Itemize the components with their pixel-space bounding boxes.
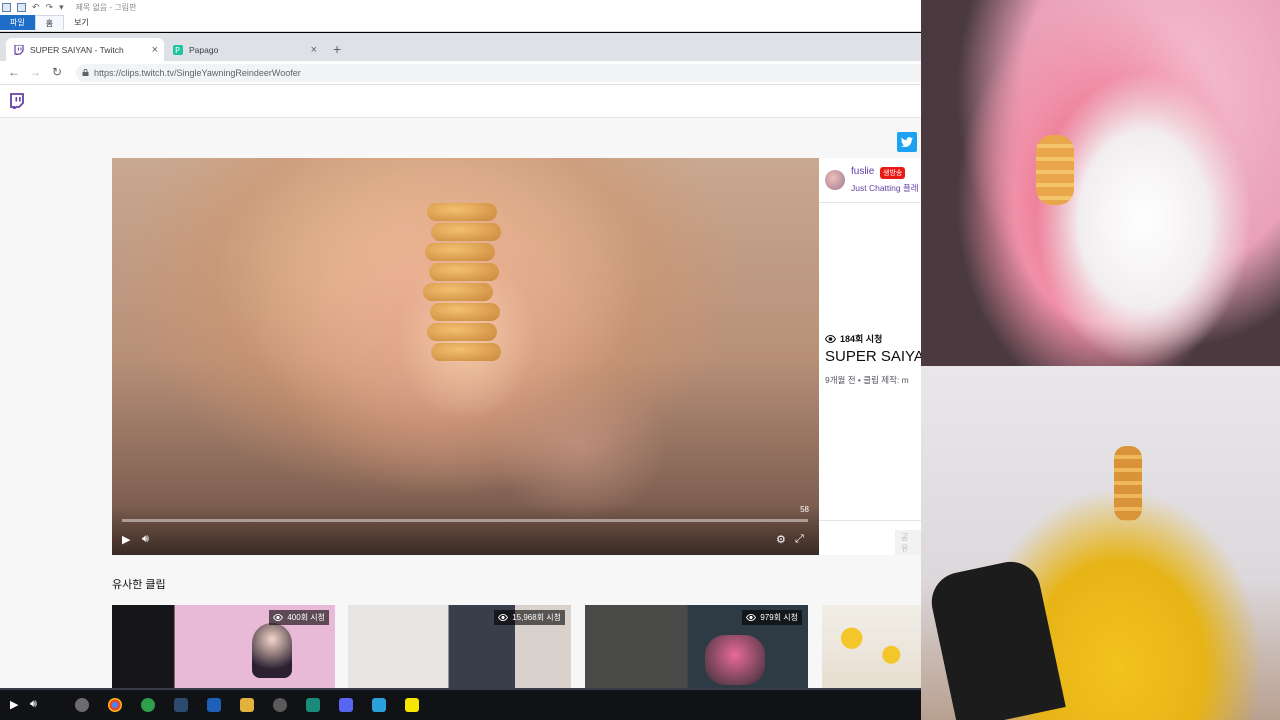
address-bar-row: ← → ↻ https://clips.twitch.tv/SingleYawn… <box>0 61 921 85</box>
similar-clips-heading: 유사한 클립 <box>112 579 166 591</box>
discord-icon[interactable] <box>339 698 353 712</box>
play-icon[interactable]: ▶ <box>122 533 130 546</box>
share-button[interactable]: 공유 <box>895 530 921 555</box>
taskbar: ▶ 🔊︎ <box>0 688 921 720</box>
video-frame-nuggets <box>423 203 501 373</box>
divider <box>819 520 921 521</box>
fullscreen-icon[interactable]: ⤢ <box>795 533 804 546</box>
clip-info-panel: fuslie 생방송 Just Chatting 플레 184회 시청 SUPE… <box>819 158 921 555</box>
volume-icon[interactable]: 🔊︎ <box>142 533 149 546</box>
qat-dropdown-icon[interactable]: ▾ <box>59 2 64 13</box>
thumbnail-view-count: 400회 시청 <box>269 610 329 625</box>
paint-tab-view[interactable]: 보기 <box>64 15 99 30</box>
chrome-icon[interactable] <box>108 698 122 712</box>
webcam-nuggets <box>1036 135 1074 205</box>
reload-icon[interactable]: ↻ <box>49 65 65 79</box>
app-icon[interactable] <box>141 698 155 712</box>
browser-tabstrip: SUPER SAIYAN - Twitch × P Papago × + <box>0 33 921 61</box>
undo-icon[interactable]: ↶ <box>32 2 40 13</box>
gear-icon[interactable]: ⚙ <box>776 533 786 546</box>
view-count-text: 184회 시청 <box>840 334 883 344</box>
new-tab-icon[interactable]: + <box>333 41 341 57</box>
play-icon[interactable]: ▶ <box>10 698 18 711</box>
svg-text:P: P <box>175 46 180 55</box>
tab-title: Papago <box>189 44 219 55</box>
eye-icon <box>273 614 284 621</box>
redo-icon[interactable]: ↷ <box>46 2 54 13</box>
telegram-icon[interactable] <box>372 698 386 712</box>
close-tab-icon[interactable]: × <box>152 44 158 56</box>
close-tab-icon[interactable]: × <box>311 44 317 56</box>
save-icon[interactable] <box>17 3 26 12</box>
streamer-name-link[interactable]: fuslie <box>851 166 874 177</box>
view-count-text: 400회 시청 <box>287 613 325 622</box>
app-icon[interactable] <box>75 698 89 712</box>
thumbnail-view-count: 979회 시청 <box>742 610 802 625</box>
forward-icon[interactable]: → <box>27 65 43 79</box>
app-icon[interactable] <box>306 698 320 712</box>
category-link[interactable]: Just Chatting 플레 <box>851 182 919 194</box>
eye-icon <box>498 614 509 621</box>
browser-window: SUPER SAIYAN - Twitch × P Papago × + ← →… <box>0 33 921 688</box>
screen: ↶ ↷ ▾ 제목 없음 - 그림판 파일 홈 보기 SUPER SAIYAN -… <box>0 0 1280 720</box>
view-count-text: 979회 시청 <box>760 613 798 622</box>
clip-meta: 9개월 전 • 클립 제작: m <box>825 375 909 385</box>
avatar[interactable] <box>825 170 845 190</box>
twitch-icon <box>14 44 24 55</box>
paint-ribbon-tabs: 파일 홈 보기 <box>0 15 99 30</box>
divider <box>819 202 921 203</box>
microphone <box>926 556 1066 720</box>
clip-title: SUPER SAIYAN <box>825 348 921 365</box>
webcam-feed-bottom <box>921 366 1280 720</box>
seek-bar[interactable] <box>122 519 808 522</box>
url-text: https://clips.twitch.tv/SingleYawningRei… <box>94 68 301 78</box>
similar-clip-card[interactable]: 400회 시청 <box>112 605 335 688</box>
similar-clip-card[interactable] <box>822 605 921 688</box>
app-icon[interactable] <box>207 698 221 712</box>
similar-clip-card[interactable]: 979회 시청 <box>585 605 808 688</box>
webcam-nuggets <box>1114 446 1142 521</box>
eye-icon <box>825 334 836 343</box>
clip-video-player[interactable]: 58 ▶ 🔊︎ ⚙ ⤢ <box>112 158 819 555</box>
clip-timestamp: 58 <box>800 505 809 514</box>
paint-tab-home[interactable]: 홈 <box>34 15 65 30</box>
twitch-clip-page: 58 ▶ 🔊︎ ⚙ ⤢ fuslie 생방송 Just Chatting 플레 <box>0 85 921 688</box>
paint-window-bar: ↶ ↷ ▾ 제목 없음 - 그림판 파일 홈 보기 <box>0 0 921 32</box>
volume-icon[interactable]: 🔊︎ <box>30 698 37 711</box>
paint-tab-file[interactable]: 파일 <box>0 15 35 30</box>
thumbnail-image <box>252 623 292 678</box>
steam-icon[interactable] <box>174 698 188 712</box>
address-input[interactable]: https://clips.twitch.tv/SingleYawningRei… <box>76 64 921 82</box>
back-icon[interactable]: ← <box>6 65 22 79</box>
webcam-feed-top <box>921 0 1280 366</box>
paint-window-title: 제목 없음 - 그림판 <box>75 3 137 12</box>
tab-title: SUPER SAIYAN - Twitch <box>30 44 124 55</box>
twitch-logo-icon[interactable] <box>9 93 25 114</box>
tab-papago[interactable]: P Papago × <box>165 38 323 61</box>
papago-icon: P <box>173 44 183 55</box>
obs-icon[interactable] <box>273 698 287 712</box>
twitch-header <box>0 85 921 118</box>
paint-quick-access-toolbar: ↶ ↷ ▾ 제목 없음 - 그림판 <box>0 0 136 15</box>
eye-icon <box>746 614 757 621</box>
similar-clip-card[interactable]: 15,968회 시청 <box>348 605 571 688</box>
player-controls: 58 ▶ 🔊︎ ⚙ ⤢ <box>112 505 819 555</box>
thumbnail-view-count: 15,968회 시청 <box>494 610 565 625</box>
clip-view-count: 184회 시청 <box>825 332 882 345</box>
thumbnail-image <box>705 635 765 685</box>
view-count-text: 15,968회 시청 <box>512 613 561 622</box>
paint-app-icon <box>2 3 11 12</box>
tab-twitch-clip[interactable]: SUPER SAIYAN - Twitch × <box>6 38 164 61</box>
twitter-icon <box>901 137 913 147</box>
lock-icon <box>82 69 89 76</box>
live-badge: 생방송 <box>880 167 906 179</box>
kakaotalk-icon[interactable] <box>405 698 419 712</box>
folder-icon[interactable] <box>240 698 254 712</box>
twitter-share-button[interactable] <box>897 132 917 152</box>
